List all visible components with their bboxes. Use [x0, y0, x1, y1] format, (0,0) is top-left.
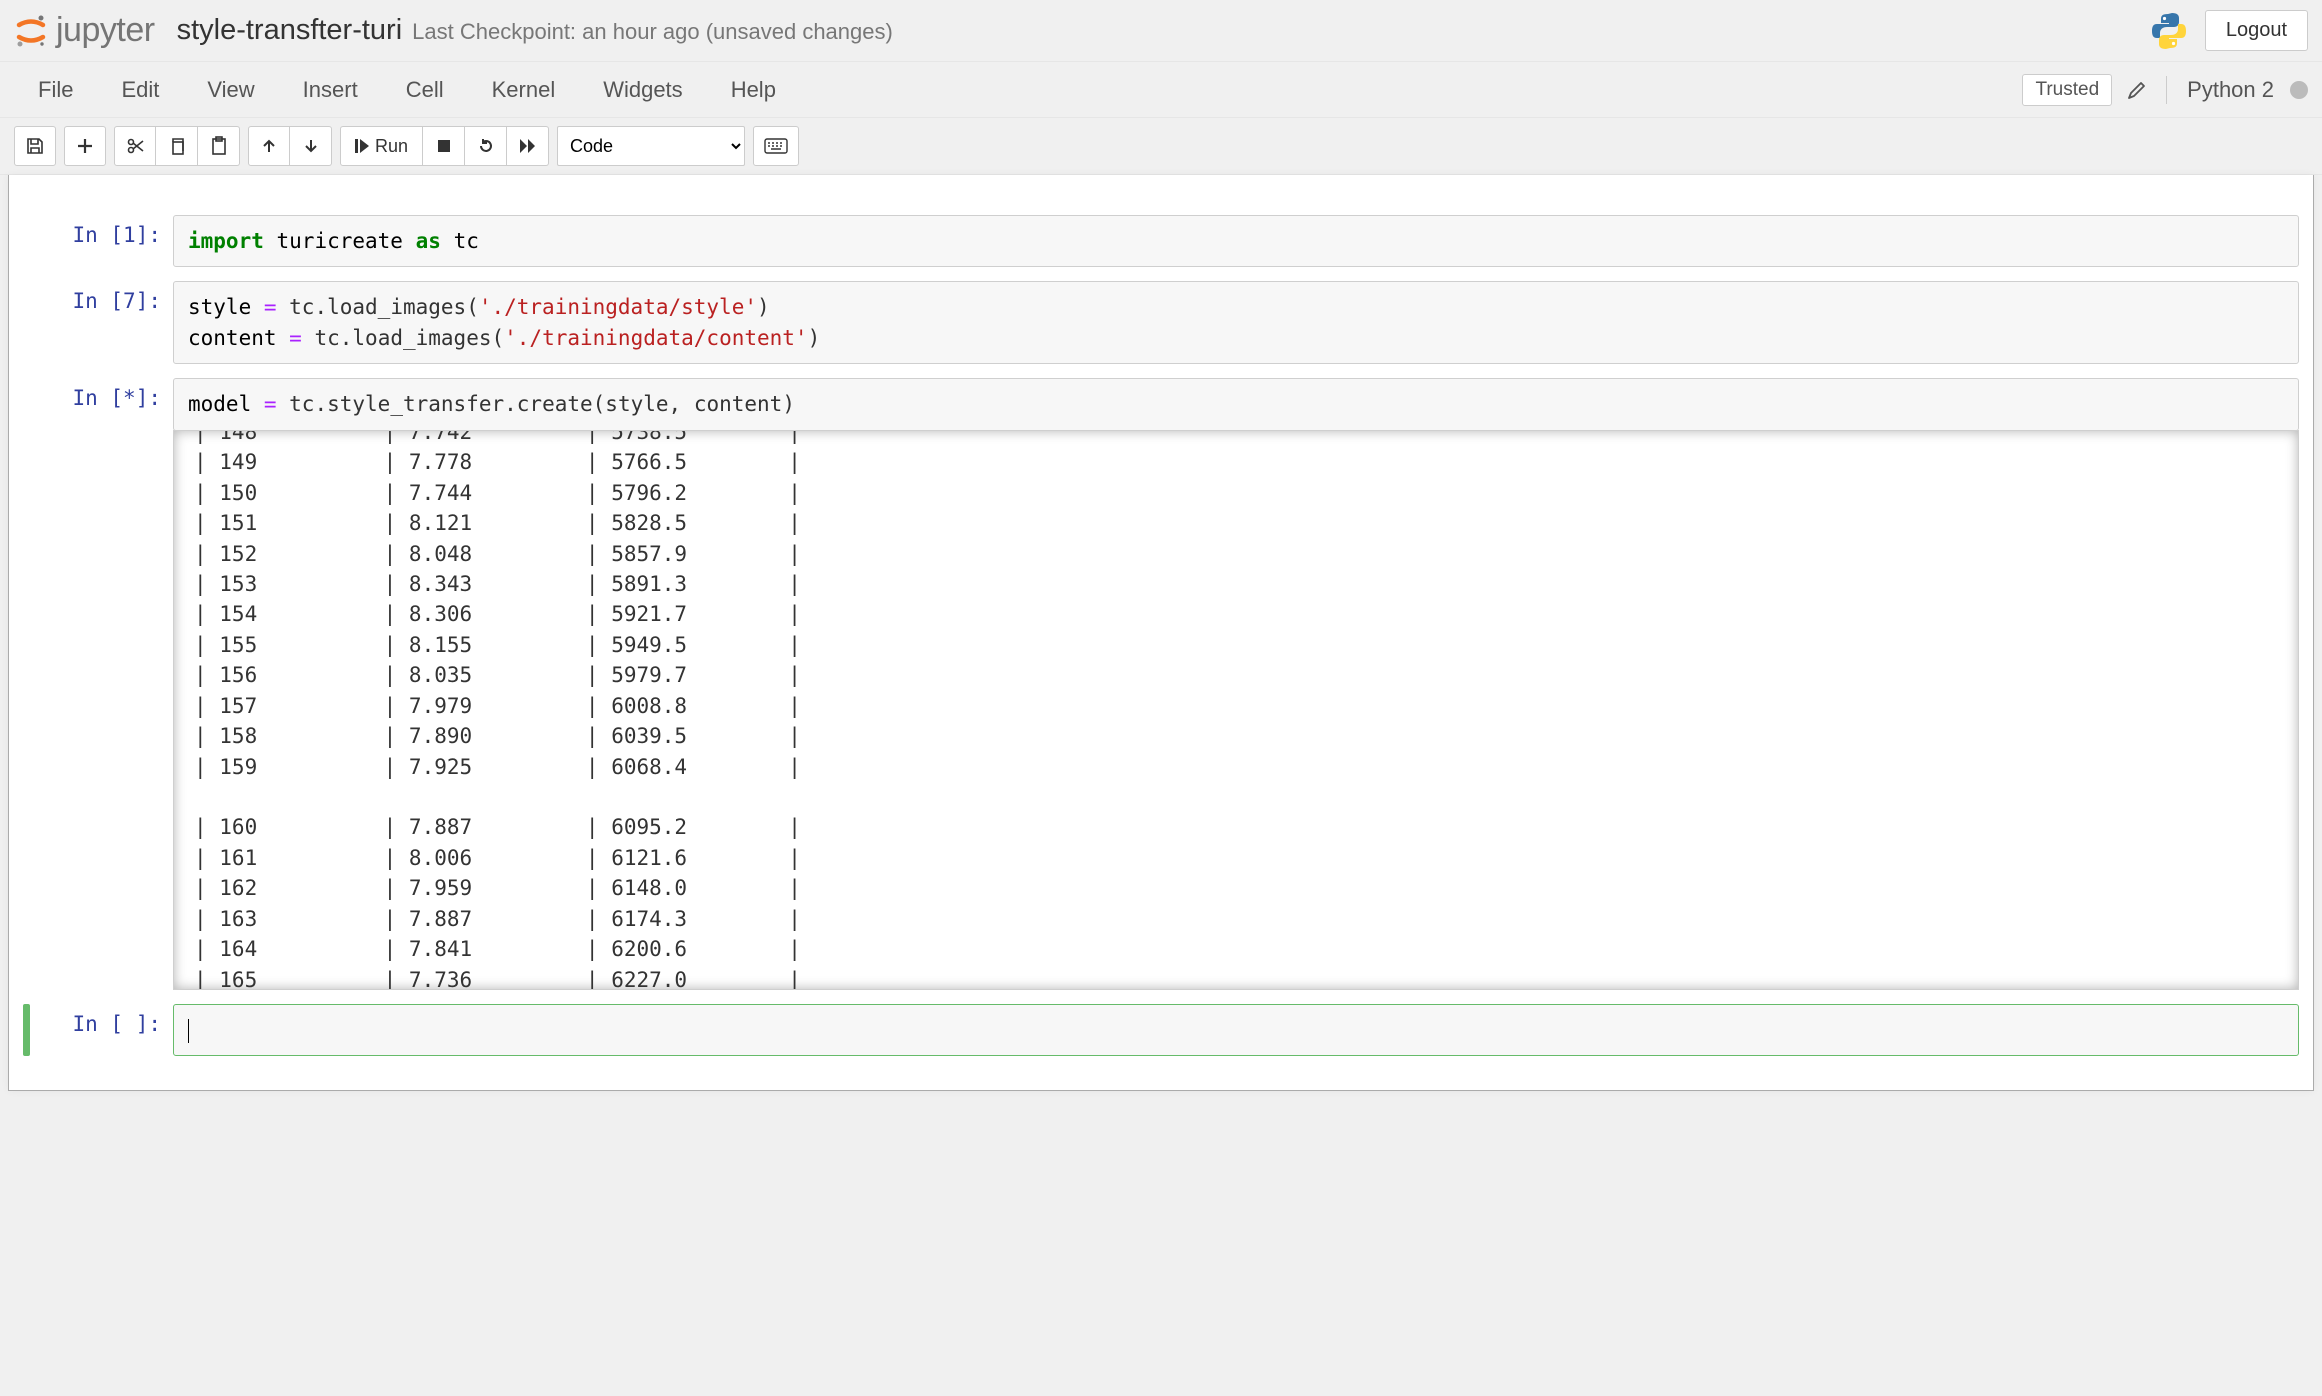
celltype-select[interactable]: CodeMarkdownRaw NBConvertHeading [557, 126, 745, 166]
insert-cell-button[interactable] [64, 126, 106, 166]
arrow-up-icon [260, 137, 278, 155]
code-input[interactable]: style = tc.load_images('./trainingdata/s… [173, 281, 2299, 364]
copy-icon [167, 136, 187, 156]
fast-forward-icon [519, 138, 537, 154]
clipboard-icon [209, 136, 229, 156]
restart-button[interactable] [465, 126, 507, 166]
plus-icon [76, 137, 94, 155]
jupyter-logo-text: jupyter [56, 11, 155, 50]
move-up-button[interactable] [248, 126, 290, 166]
notebook-title[interactable]: style-transfter-turi [177, 14, 403, 47]
copy-button[interactable] [156, 126, 198, 166]
toolbar: Run CodeMarkdownRaw NBConvertHeading [0, 118, 2322, 175]
menu-edit[interactable]: Edit [97, 63, 183, 117]
menubar: FileEditViewInsertCellKernelWidgetsHelp … [0, 62, 2322, 118]
kernel-status-indicator [2290, 81, 2308, 99]
logout-button[interactable]: Logout [2205, 10, 2308, 51]
checkpoint-status: Last Checkpoint: an hour ago (unsaved ch… [412, 19, 893, 45]
keyboard-icon [764, 138, 788, 154]
kernel-name[interactable]: Python 2 [2179, 77, 2282, 103]
menu-widgets[interactable]: Widgets [579, 63, 706, 117]
scissors-icon [125, 136, 145, 156]
run-icon [355, 138, 369, 154]
code-cell[interactable]: In [ ]: [23, 1004, 2299, 1056]
code-input[interactable]: model = tc.style_transfer.create(style, … [173, 378, 2299, 430]
menu-insert[interactable]: Insert [279, 63, 382, 117]
cell-prompt: In [ ]: [33, 1004, 173, 1056]
python-logo-icon [2149, 11, 2189, 51]
stop-icon [437, 139, 451, 153]
cell-output[interactable]: | 148 | 7.742 | 5738.5 | | 149 | 7.778 |… [173, 430, 2299, 990]
save-button[interactable] [14, 126, 56, 166]
cell-prompt: In [7]: [23, 281, 173, 364]
menu-kernel[interactable]: Kernel [468, 63, 580, 117]
jupyter-logo[interactable]: jupyter [14, 11, 155, 50]
kernel-separator [2166, 76, 2167, 104]
code-input[interactable] [173, 1004, 2299, 1056]
cell-prompt: In [*]: [23, 378, 173, 989]
code-cell[interactable]: In [7]:style = tc.load_images('./trainin… [23, 281, 2299, 364]
trusted-indicator[interactable]: Trusted [2022, 74, 2112, 106]
menu-file[interactable]: File [14, 63, 97, 117]
cell-prompt: In [1]: [23, 215, 173, 267]
jupyter-logo-icon [14, 14, 48, 48]
pencil-icon [2126, 79, 2148, 101]
menu-view[interactable]: View [183, 63, 278, 117]
move-down-button[interactable] [290, 126, 332, 166]
cut-button[interactable] [114, 126, 156, 166]
notebook-header: jupyter style-transfter-turi Last Checkp… [0, 0, 2322, 62]
run-label: Run [375, 136, 408, 157]
menu-cell[interactable]: Cell [382, 63, 468, 117]
paste-button[interactable] [198, 126, 240, 166]
code-cell[interactable]: In [*]:model = tc.style_transfer.create(… [23, 378, 2299, 989]
menu-help[interactable]: Help [707, 63, 800, 117]
code-cell[interactable]: In [1]:import turicreate as tc [23, 215, 2299, 267]
run-button[interactable]: Run [340, 126, 423, 166]
restart-icon [477, 137, 495, 155]
arrow-down-icon [302, 137, 320, 155]
edit-metadata-button[interactable] [2120, 73, 2154, 107]
code-input[interactable]: import turicreate as tc [173, 215, 2299, 267]
command-palette-button[interactable] [753, 126, 799, 166]
notebook-container: In [1]:import turicreate as tcIn [7]:sty… [8, 175, 2314, 1091]
save-icon [25, 136, 45, 156]
interrupt-button[interactable] [423, 126, 465, 166]
restart-run-all-button[interactable] [507, 126, 549, 166]
